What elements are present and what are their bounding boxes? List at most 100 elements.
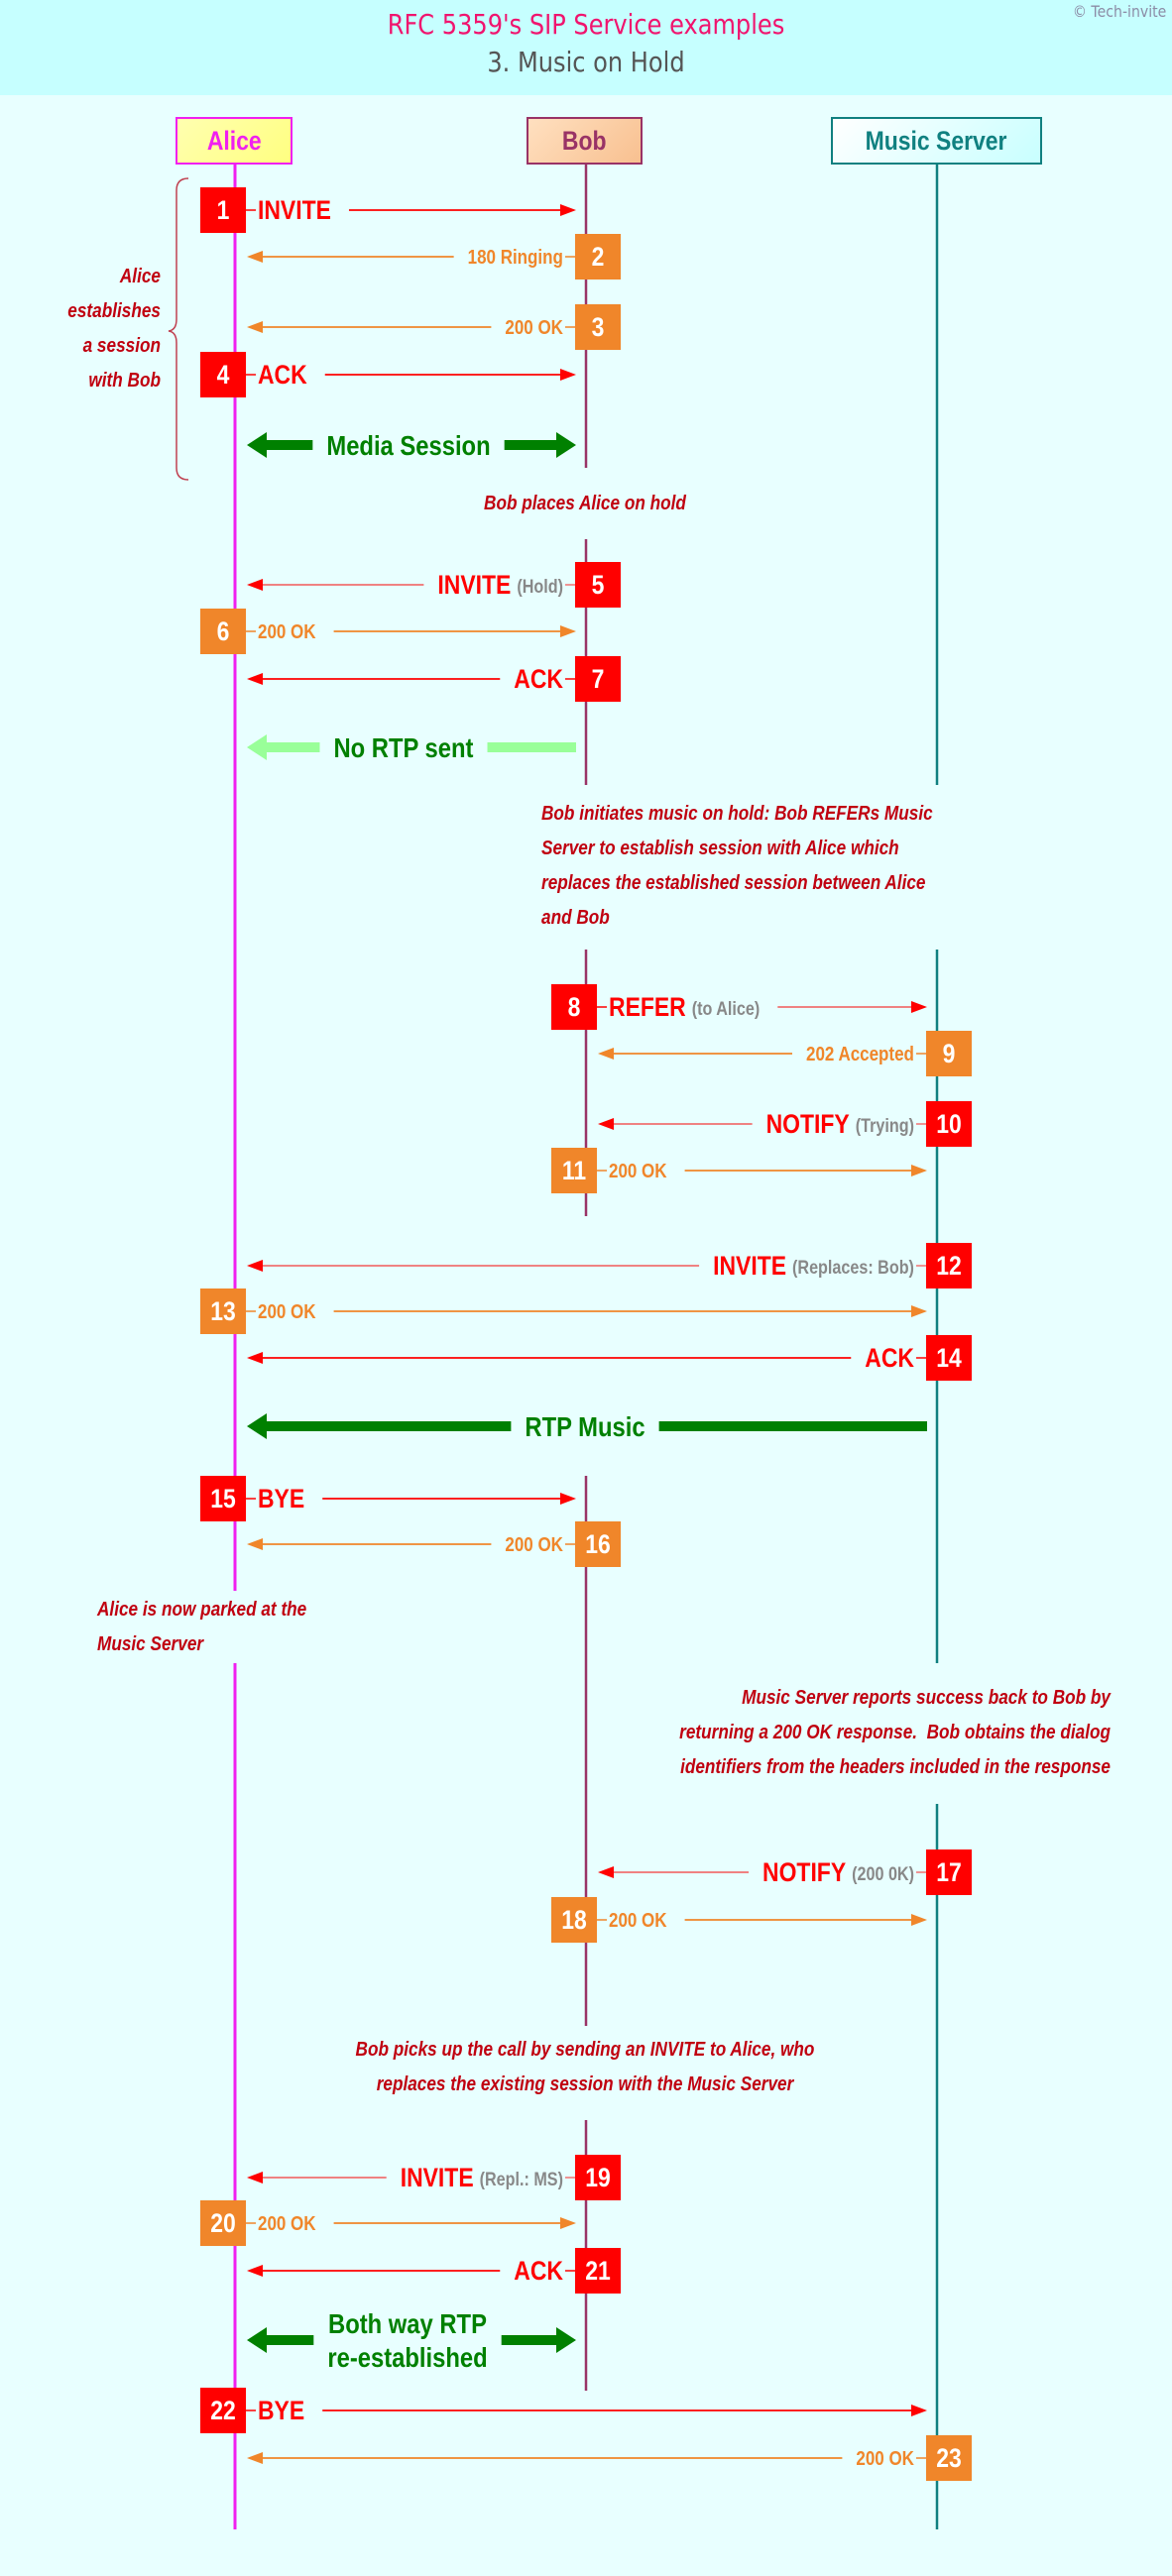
media-flow-3: RTP Music <box>247 1410 927 1442</box>
step-number: 12 <box>936 1251 962 1281</box>
media-label: Both way RTP <box>328 2307 487 2339</box>
note-line: replaces the established session between… <box>541 872 926 894</box>
step-number: 21 <box>585 2256 611 2286</box>
step-number: 14 <box>936 1343 962 1373</box>
message-param: (Replaces: Bob) <box>792 1257 914 1279</box>
message-18: 18 200 OK <box>551 1897 927 1943</box>
media-label: RTP Music <box>525 1410 645 1442</box>
message-23: 23 200 OK <box>247 2435 972 2481</box>
step-number: 19 <box>585 2163 611 2192</box>
media-label: Media Session <box>326 429 490 461</box>
message-param: (Trying) <box>856 1115 914 1137</box>
sequence-diagram: 1 INVITE 2 180 Ringing 3 200 OK 4 ACK 5 (Hold) INV… <box>168 165 972 2529</box>
message-label: INVITE <box>713 1251 786 1281</box>
step-number: 1 <box>217 195 230 225</box>
note-line: and Bob <box>541 907 610 929</box>
arrowhead-icon <box>560 625 576 637</box>
note-line: Bob initiates music on hold: Bob REFERs … <box>541 803 933 825</box>
step-number: 18 <box>561 1905 587 1935</box>
arrowhead-icon <box>911 2405 927 2416</box>
message-param: (Repl.: MS) <box>480 2169 563 2190</box>
message-2: 2 180 Ringing <box>247 234 621 280</box>
note-line: Bob places Alice on hold <box>484 493 686 514</box>
message-9: 9 202 Accepted <box>598 1031 972 1076</box>
note-line: a session <box>82 335 161 357</box>
message-label: INVITE <box>437 570 511 600</box>
step-number: 6 <box>217 616 230 646</box>
message-param: (200 0K) <box>852 1863 914 1885</box>
media-arrow-shaft <box>658 1421 927 1431</box>
note-line: Music Server reports success back to Bob… <box>742 1687 1111 1709</box>
step-number: 11 <box>562 1156 586 1185</box>
message-label: 200 OK <box>505 316 563 339</box>
note-line: establishes <box>67 300 161 322</box>
message-5: 5 (Hold) INVITE <box>247 562 621 608</box>
message-label: 200 OK <box>505 1533 563 1556</box>
message-21: 21 ACK <box>247 2248 621 2294</box>
arrowhead-icon <box>560 1493 576 1505</box>
step-number: 13 <box>210 1296 236 1326</box>
arrowhead-icon <box>560 369 576 381</box>
media-arrow-shaft <box>265 742 320 752</box>
arrowhead-icon <box>247 673 263 685</box>
note-line: Alice <box>119 266 161 287</box>
step-number: 9 <box>943 1039 956 1068</box>
step-number: 4 <box>217 360 230 390</box>
media-label: No RTP sent <box>334 731 474 763</box>
step-number: 17 <box>936 1857 962 1887</box>
message-10: 10 (Trying) NOTIFY <box>598 1101 972 1147</box>
step-number: 20 <box>210 2208 236 2238</box>
message-3: 3 200 OK <box>247 304 621 350</box>
message-label: ACK <box>258 360 307 390</box>
message-20: 20 200 OK <box>200 2200 576 2246</box>
message-label: NOTIFY <box>762 1857 846 1887</box>
message-label: BYE <box>258 2396 304 2425</box>
arrowhead-icon <box>247 1260 263 1272</box>
media-arrowhead-left-icon <box>247 734 267 760</box>
note-line: returning a 200 OK response. Bob obtains… <box>679 1722 1111 1743</box>
arrowhead-icon <box>247 2172 263 2184</box>
message-16: 16 200 OK <box>247 1521 621 1567</box>
note-line: Server to establish session with Alice w… <box>541 838 899 859</box>
message-label: REFER <box>609 992 686 1022</box>
media-flow-1: Media Session <box>247 429 576 461</box>
media-arrow-shaft <box>265 2335 314 2345</box>
media-arrow-shaft <box>501 2335 558 2345</box>
message-15: 15 BYE <box>200 1476 576 1521</box>
step-number: 2 <box>592 242 605 272</box>
note-alice-parked: Alice is now parked at the Music Server <box>97 1593 414 1662</box>
step-number: 15 <box>210 1484 236 1513</box>
message-label: ACK <box>514 2256 563 2286</box>
arrowhead-icon <box>598 1048 614 1060</box>
message-label: BYE <box>258 1484 304 1513</box>
media-label: re-established <box>327 2341 487 2373</box>
arrowhead-icon <box>560 204 576 216</box>
brace-bracket <box>168 177 189 481</box>
arrowhead-icon <box>911 1305 927 1317</box>
arrowhead-icon <box>247 2265 263 2277</box>
arrowhead-icon <box>247 251 263 263</box>
message-label: INVITE <box>258 195 331 225</box>
step-number: 10 <box>936 1109 962 1139</box>
message-4: 4 ACK <box>200 352 576 397</box>
note-line: Bob picks up the call by sending an INVI… <box>355 2039 815 2061</box>
message-19: 19 (Repl.: MS) INVITE <box>247 2155 621 2200</box>
message-17: 17 (200 0K) NOTIFY <box>598 1849 972 1895</box>
arrowhead-icon <box>247 321 263 333</box>
arrowhead-icon <box>911 1165 927 1176</box>
message-11: 11 200 OK <box>551 1148 927 1193</box>
message-param: (to Alice) <box>692 998 760 1020</box>
step-number: 8 <box>568 992 581 1022</box>
arrowhead-icon <box>911 1914 927 1926</box>
message-1: 1 INVITE <box>200 187 576 233</box>
message-6: 6 200 OK <box>200 609 576 654</box>
message-label: 200 OK <box>258 620 316 643</box>
note-line: with Bob <box>88 370 161 392</box>
note-bob-places-alice-on-hold: Bob places Alice on hold <box>397 487 773 521</box>
message-param: (Hold) <box>517 576 563 598</box>
media-arrowhead-left-icon <box>247 2327 267 2353</box>
message-12: 12 (Replaces: Bob) INVITE <box>247 1243 972 1288</box>
note-line: identifiers from the headers included in… <box>680 1756 1111 1778</box>
media-arrowhead-right-icon <box>556 2327 576 2353</box>
note-line: Music Server <box>97 1633 204 1655</box>
